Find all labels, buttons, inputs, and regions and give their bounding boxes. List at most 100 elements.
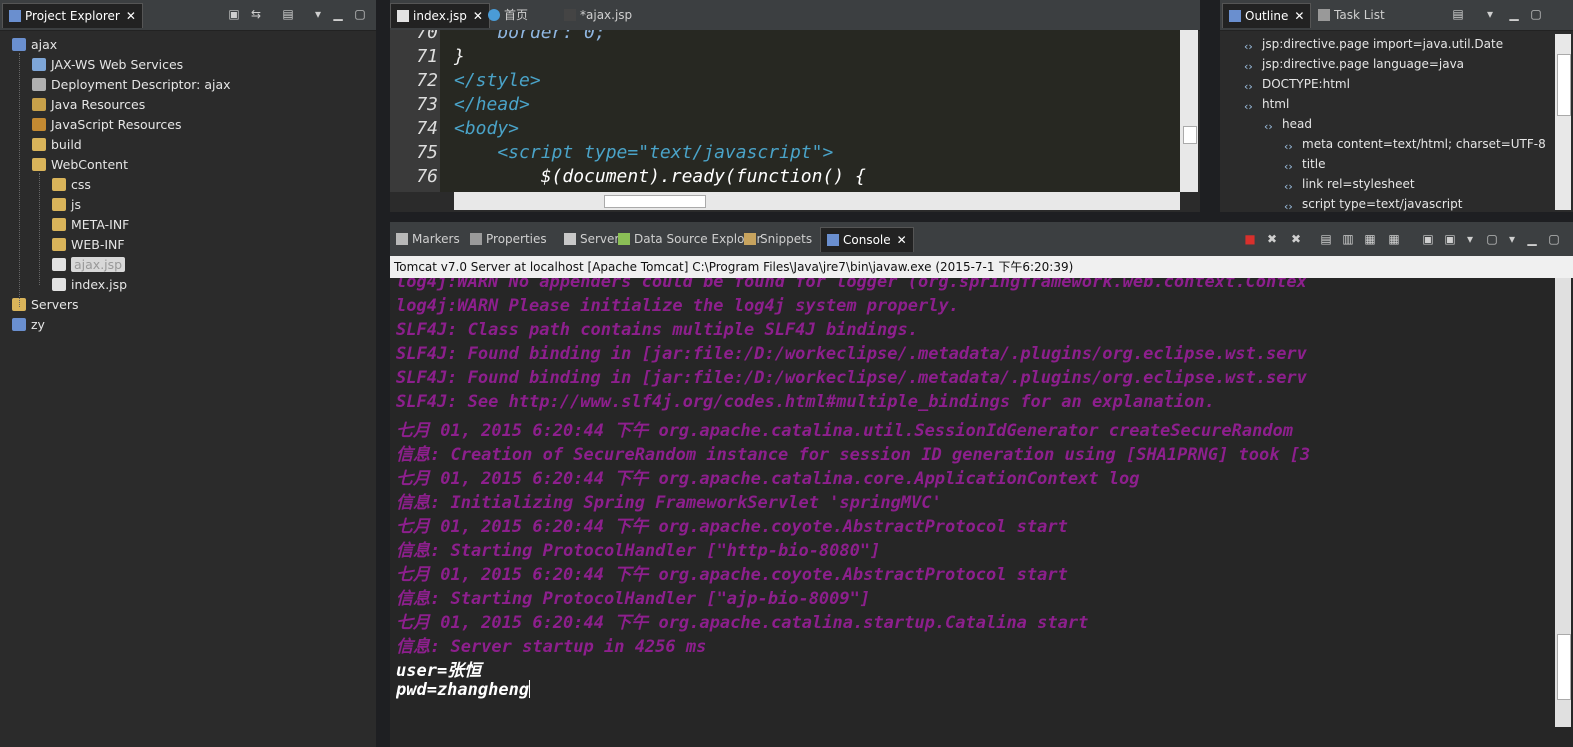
view-menu-icon[interactable]: ▤ <box>280 6 296 22</box>
editor-horizontal-scrollbar[interactable] <box>454 192 1180 210</box>
tree-item[interactable]: WebContent <box>32 155 128 175</box>
outline-item[interactable]: ‹› script type=text/javascript <box>1284 194 1462 212</box>
remove-launch-icon[interactable]: ✖ <box>1264 231 1280 247</box>
console-line: SLF4J: See http://www.slf4j.org/codes.ht… <box>396 392 1215 412</box>
editor-panel: index.jsp ✕ 首页 *ajax.jsp 70 71 72 73 74 75 76 b… <box>390 0 1200 212</box>
minimize-icon[interactable]: ▁ <box>1506 6 1522 22</box>
outline-item-label: script type=text/javascript <box>1302 197 1463 211</box>
close-icon[interactable]: ✕ <box>897 233 907 247</box>
close-icon[interactable]: ✕ <box>126 9 136 23</box>
tree-item[interactable]: js <box>52 195 81 215</box>
tree-item[interactable]: Deployment Descriptor: ajax <box>32 75 231 95</box>
outline-item[interactable]: ‹› DOCTYPE:html <box>1244 74 1350 94</box>
new-console-icon[interactable]: ▢ <box>1484 231 1500 247</box>
chevron-down-icon[interactable]: ▾ <box>310 6 326 22</box>
tab-ajax-jsp[interactable]: *ajax.jsp <box>558 3 638 27</box>
console-icon <box>827 234 839 246</box>
scroll-thumb[interactable] <box>1557 634 1571 700</box>
console-line-text: 七月 01, 2015 6:20:44 下午 org.apache.coyote… <box>396 565 1068 585</box>
maximize-icon[interactable]: ▢ <box>1546 231 1562 247</box>
tree-item[interactable]: JavaScript Resources <box>32 115 181 135</box>
chevron-down-icon[interactable]: ▾ <box>1504 231 1520 247</box>
maximize-icon[interactable]: ▢ <box>352 6 368 22</box>
scroll-lock-icon[interactable]: ▥ <box>1340 231 1356 247</box>
tag-icon: ‹› <box>1244 40 1253 53</box>
code-line: </style> <box>454 70 541 91</box>
outline-item[interactable]: ‹› link rel=stylesheet <box>1284 174 1415 194</box>
outline-item[interactable]: ‹› title <box>1284 154 1325 174</box>
tab-snippets[interactable]: Snippets <box>738 227 818 251</box>
editor-tabbar: index.jsp ✕ 首页 *ajax.jsp <box>390 0 1200 31</box>
maximize-icon[interactable]: ▢ <box>1528 6 1544 22</box>
tab-index-jsp[interactable]: index.jsp ✕ <box>390 3 490 28</box>
outline-item-label: DOCTYPE:html <box>1262 77 1350 91</box>
globe-icon <box>488 9 500 21</box>
tag-icon: ‹› <box>1244 80 1253 93</box>
tree-item[interactable]: ajax.jsp <box>52 255 126 275</box>
terminate-icon[interactable]: ■ <box>1242 231 1258 247</box>
tree-item[interactable]: build <box>32 135 82 155</box>
tab-label: Snippets <box>760 232 813 246</box>
tree-item[interactable]: index.jsp <box>52 275 127 295</box>
clear-console-icon[interactable]: ▤ <box>1318 231 1334 247</box>
minimize-icon[interactable]: ▁ <box>330 6 346 22</box>
tree-item[interactable]: META-INF <box>52 215 129 235</box>
minimize-icon[interactable]: ▁ <box>1524 231 1540 247</box>
view-menu-icon[interactable]: ▤ <box>1450 6 1466 22</box>
display-console-icon[interactable]: ▣ <box>1442 231 1458 247</box>
tag-icon: ‹› <box>1284 160 1293 173</box>
tab-markers[interactable]: Markers <box>390 227 466 251</box>
console-line-text: log4j:WARN Please initialize the log4j s… <box>396 296 959 316</box>
console-line: 信息: Server startup in 4256 ms <box>396 632 706 657</box>
outline-item[interactable]: ‹› jsp:directive.page import=java.util.Da… <box>1244 34 1503 54</box>
tree-item[interactable]: WEB-INF <box>52 235 125 255</box>
tree-item[interactable]: JAX-WS Web Services <box>32 55 183 75</box>
line-number: 74 <box>416 118 438 139</box>
tab-outline[interactable]: Outline ✕ <box>1222 3 1312 28</box>
outline-item[interactable]: ‹› head <box>1264 114 1312 134</box>
tree-item[interactable]: ajax <box>12 35 57 55</box>
console-line: SLF4J: Class path contains multiple SLF4… <box>396 320 918 340</box>
outline-item[interactable]: ‹› meta content=text/html; charset=UTF-8 <box>1284 134 1546 154</box>
console-output[interactable]: log4j:WARN No appenders could be found f… <box>396 278 1553 727</box>
tab-task-list[interactable]: Task List <box>1312 3 1391 27</box>
folder-icon <box>52 218 66 231</box>
code-editor[interactable]: 70 71 72 73 74 75 76 border: 0;} </style> </head… <box>390 30 1180 192</box>
console-line-text: 信息: Starting ProtocolHandler ["http-bio-… <box>396 541 881 561</box>
scroll-thumb[interactable] <box>604 195 706 208</box>
tab-project-explorer[interactable]: Project Explorer ✕ <box>2 3 143 28</box>
tree-item[interactable]: Servers <box>12 295 79 315</box>
close-icon[interactable]: ✕ <box>1294 9 1304 23</box>
outline-item-label: head <box>1282 117 1312 131</box>
outline-item[interactable]: ‹› html <box>1244 94 1289 114</box>
outline-vertical-scrollbar[interactable] <box>1555 34 1571 210</box>
show-stderr-icon[interactable]: ▦ <box>1386 231 1402 247</box>
editor-vertical-scrollbar[interactable] <box>1180 30 1198 192</box>
console-line-text: 七月 01, 2015 6:20:44 下午 org.apache.catali… <box>396 469 1140 489</box>
link-editor-icon[interactable]: ⇆ <box>248 6 264 22</box>
tab-properties[interactable]: Properties <box>464 227 553 251</box>
file-icon <box>564 9 576 21</box>
tab-console[interactable]: Console ✕ <box>820 227 914 252</box>
scroll-thumb[interactable] <box>1557 54 1571 116</box>
console-line-text: log4j:WARN No appenders could be found f… <box>396 278 1307 292</box>
line-number: 73 <box>416 94 438 115</box>
outline-item[interactable]: ‹› jsp:directive.page language=java <box>1244 54 1464 74</box>
tree-item[interactable]: Java Resources <box>32 95 145 115</box>
tree-item[interactable]: css <box>52 175 91 195</box>
remove-all-icon[interactable]: ✖ <box>1288 231 1304 247</box>
scroll-thumb[interactable] <box>1183 126 1197 144</box>
collapse-all-icon[interactable]: ▣ <box>226 6 242 22</box>
tab-homepage[interactable]: 首页 <box>482 3 534 27</box>
chevron-down-icon[interactable]: ▾ <box>1462 231 1478 247</box>
show-stdout-icon[interactable]: ▦ <box>1362 231 1378 247</box>
outline-tree: ‹› jsp:directive.page import=java.util.Da… <box>1220 34 1553 212</box>
tree-item[interactable]: zy <box>12 315 45 335</box>
tree-item-label: zy <box>31 317 45 332</box>
console-panel: Markers Properties Servers Data Source Expl… <box>390 222 1573 747</box>
pin-console-icon[interactable]: ▣ <box>1420 231 1436 247</box>
console-vertical-scrollbar[interactable] <box>1555 278 1571 727</box>
code-line: </head> <box>454 94 530 115</box>
chevron-down-icon[interactable]: ▾ <box>1482 6 1498 22</box>
task-list-icon <box>1318 9 1330 21</box>
